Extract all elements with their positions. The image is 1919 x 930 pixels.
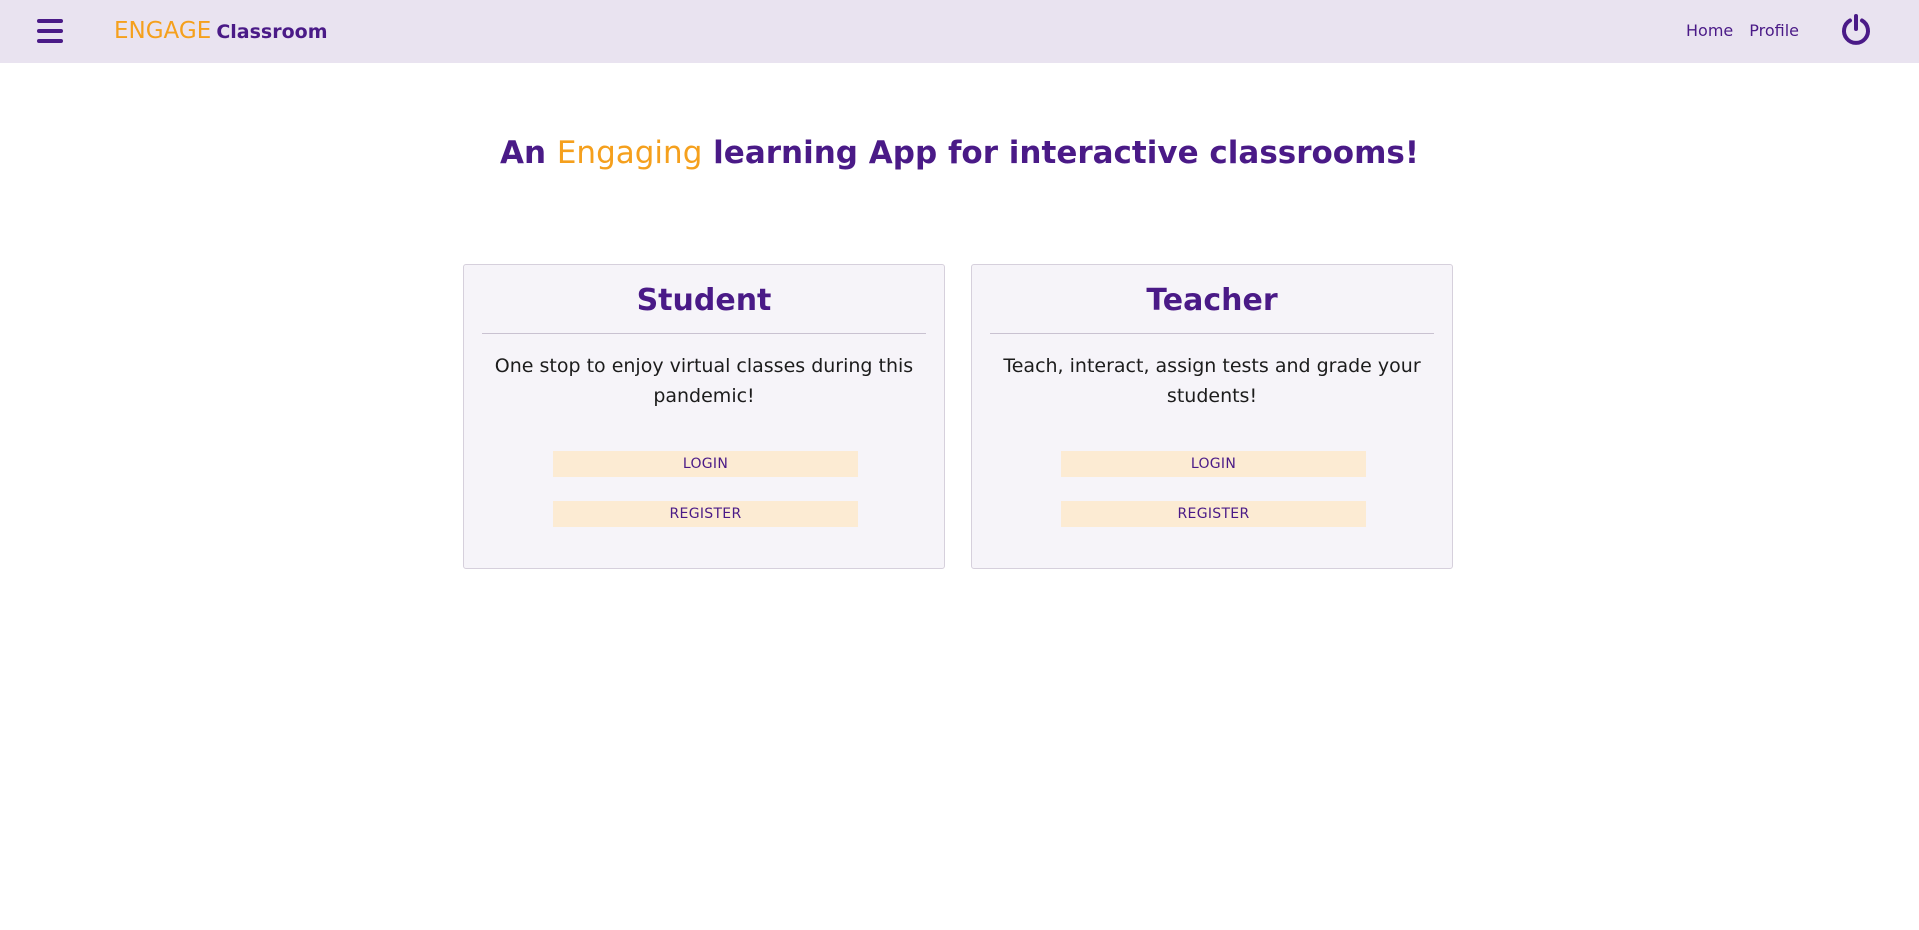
student-login-button[interactable]: LOGIN [553, 451, 858, 477]
top-navbar: ENGAGE Classroom Home Profile [0, 0, 1919, 63]
teacher-card-title: Teacher [1146, 283, 1278, 318]
power-icon[interactable] [1839, 13, 1873, 47]
student-card-divider [482, 333, 926, 334]
teacher-card: Teacher Teach, interact, assign tests an… [971, 264, 1453, 569]
top-nav-links: Home Profile [1686, 21, 1799, 40]
student-card: Student One stop to enjoy virtual classe… [463, 264, 945, 569]
hero-text-highlight: Engaging [556, 135, 703, 171]
teacher-card-description: Teach, interact, assign tests and grade … [1003, 355, 1421, 407]
student-card-title: Student [636, 283, 772, 318]
hero-text-before: An [499, 135, 547, 171]
teacher-card-divider [990, 333, 1434, 334]
teacher-register-button[interactable]: REGISTER [1061, 501, 1366, 527]
hero-headline: An Engaging learning App for interactive… [0, 135, 1919, 171]
brand-name-text: Classroom [216, 21, 328, 43]
brand-logo[interactable]: ENGAGE Classroom [114, 17, 328, 47]
student-register-button[interactable]: REGISTER [553, 501, 858, 527]
hero-text-after: learning App for interactive classrooms! [713, 135, 1419, 171]
nav-link-home[interactable]: Home [1686, 21, 1733, 40]
brand-accent-text: ENGAGE [114, 18, 212, 44]
teacher-login-button[interactable]: LOGIN [1061, 451, 1366, 477]
student-card-description: One stop to enjoy virtual classes during… [494, 355, 914, 407]
hamburger-menu-icon[interactable] [37, 18, 63, 44]
nav-link-profile[interactable]: Profile [1749, 21, 1799, 40]
